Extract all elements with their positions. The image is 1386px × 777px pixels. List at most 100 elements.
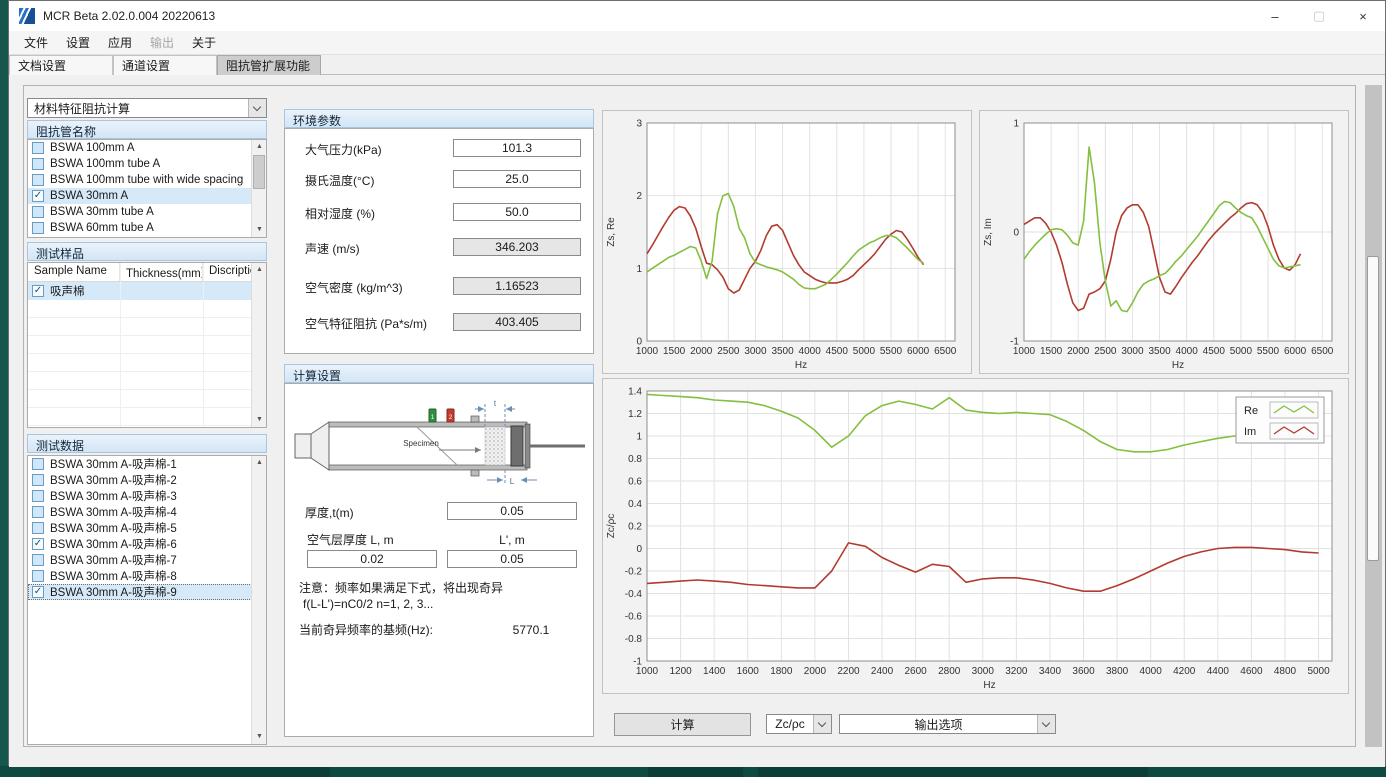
menu-item[interactable]: 应用 — [99, 34, 141, 51]
calculate-button[interactable]: 计算 — [614, 713, 751, 736]
menu-item[interactable]: 文件 — [15, 34, 57, 51]
list-item[interactable]: ✓BSWA 30mm A — [28, 188, 252, 204]
dropdown-arrow-icon[interactable] — [248, 99, 266, 117]
env-field-input[interactable]: 101.3 — [453, 139, 581, 157]
scroll-up-icon[interactable]: ▲ — [252, 456, 267, 470]
scroll-up-icon[interactable]: ▲ — [252, 140, 267, 154]
list-item[interactable]: BSWA 30mm A-吸声棉-8 — [28, 568, 252, 584]
air-layer-input[interactable]: 0.02 — [307, 550, 437, 568]
checkbox-icon[interactable] — [32, 554, 44, 566]
svg-text:1: 1 — [636, 432, 642, 443]
minimize-button[interactable]: – — [1253, 1, 1297, 31]
l-prime-input[interactable]: 0.05 — [447, 550, 577, 568]
svg-text:3500: 3500 — [771, 346, 794, 357]
tab[interactable]: 文档设置 — [9, 55, 113, 75]
list-item[interactable]: BSWA 30mm tube A — [28, 204, 252, 220]
menu-item[interactable]: 设置 — [57, 34, 99, 51]
list-item[interactable]: BSWA 100mm A — [28, 140, 252, 156]
checkbox-checked-icon[interactable]: ✓ — [32, 190, 44, 202]
display-quantity-dropdown[interactable]: Zc/ρc — [766, 714, 832, 734]
svg-text:-0.8: -0.8 — [625, 634, 643, 645]
titlebar: MCR Beta 2.02.0.004 20220613 – ▢ × — [9, 1, 1385, 31]
list-item-label: BSWA 30mm A-吸声棉-3 — [50, 488, 177, 504]
tab[interactable]: 通道设置 — [113, 55, 217, 75]
svg-text:6000: 6000 — [1284, 346, 1307, 357]
env-field-label: 空气密度 (kg/m^3) — [305, 279, 403, 296]
svg-text:1500: 1500 — [1040, 346, 1063, 357]
svg-text:1200: 1200 — [669, 666, 692, 677]
svg-text:-0.6: -0.6 — [625, 612, 643, 623]
dropdown-arrow-icon[interactable] — [1037, 715, 1055, 733]
sample-table-scrollbar[interactable]: ▲ ▼ — [251, 263, 266, 427]
empty-table-row — [28, 300, 252, 318]
checkbox-icon[interactable] — [32, 174, 44, 186]
list-item[interactable]: BSWA 100mm tube A — [28, 156, 252, 172]
svg-text:6500: 6500 — [934, 346, 957, 357]
svg-text:Im: Im — [1244, 426, 1256, 438]
list-item[interactable]: BSWA 30mm A-吸声棉-5 — [28, 520, 252, 536]
svg-text:2500: 2500 — [1094, 346, 1117, 357]
checkbox-icon[interactable] — [32, 458, 44, 470]
svg-text:1000: 1000 — [636, 666, 659, 677]
list-item[interactable]: BSWA 30mm A-吸声棉-3 — [28, 488, 252, 504]
thickness-label: 厚度,t(m) — [305, 505, 354, 521]
list-item[interactable]: BSWA 100mm tube with wide spacing — [28, 172, 252, 188]
env-field-input[interactable]: 50.0 — [453, 203, 581, 221]
list-item[interactable]: BSWA 30mm A-吸声棉-1 — [28, 456, 252, 472]
scrollbar-thumb[interactable] — [253, 155, 265, 189]
list-item[interactable]: BSWA 30mm A-吸声棉-4 — [28, 504, 252, 520]
scroll-down-icon[interactable]: ▼ — [252, 223, 267, 237]
svg-text:4500: 4500 — [1203, 346, 1226, 357]
output-options-value: 输出选项 — [840, 716, 1037, 733]
impedance-tube-diagram: 1 2 t Specimen — [289, 396, 589, 496]
list-item[interactable]: BSWA 60mm tube A — [28, 220, 252, 236]
close-button[interactable]: × — [1341, 1, 1385, 31]
checkbox-icon[interactable] — [32, 222, 44, 234]
checkbox-icon[interactable] — [32, 474, 44, 486]
checkbox-checked-icon[interactable]: ✓ — [32, 586, 44, 598]
svg-text:1600: 1600 — [737, 666, 760, 677]
env-field-label: 空气特征阻抗 (Pa*s/m) — [305, 315, 427, 332]
list-item[interactable]: ✓BSWA 30mm A-吸声棉-9 — [28, 584, 252, 600]
thickness-input[interactable]: 0.05 — [447, 502, 577, 520]
checkbox-checked-icon[interactable]: ✓ — [32, 538, 44, 550]
empty-table-row — [28, 318, 252, 336]
checkbox-checked-icon[interactable]: ✓ — [32, 285, 44, 297]
table-column-header[interactable]: Discription — [203, 263, 253, 281]
checkbox-icon[interactable] — [32, 522, 44, 534]
checkbox-icon[interactable] — [32, 142, 44, 154]
svg-text:Specimen: Specimen — [403, 439, 439, 448]
list-item[interactable] — [28, 236, 252, 238]
svg-text:4200: 4200 — [1173, 666, 1196, 677]
scroll-up-icon[interactable]: ▲ — [252, 263, 267, 277]
scroll-down-icon[interactable]: ▼ — [252, 730, 267, 744]
window-scrollbar[interactable] — [1365, 85, 1382, 747]
list-item[interactable]: ✓BSWA 30mm A-吸声棉-6 — [28, 536, 252, 552]
table-column-header[interactable]: Sample Name — [28, 263, 120, 281]
checkbox-icon[interactable] — [32, 158, 44, 170]
taskbar-segment — [758, 766, 1148, 777]
calc-type-dropdown[interactable]: 材料特征阻抗计算 — [27, 98, 267, 118]
table-column-header[interactable]: Thickness(mm） — [120, 263, 203, 281]
checkbox-icon[interactable] — [32, 506, 44, 518]
menu-item[interactable]: 关于 — [183, 34, 225, 51]
svg-text:5000: 5000 — [853, 346, 876, 357]
tab[interactable]: 阻抗管扩展功能 — [217, 55, 321, 75]
svg-text:2800: 2800 — [938, 666, 961, 677]
checkbox-icon[interactable] — [32, 570, 44, 582]
env-field-input[interactable]: 25.0 — [453, 170, 581, 188]
data-list-scrollbar[interactable]: ▲ ▼ — [251, 456, 266, 744]
checkbox-icon[interactable] — [32, 490, 44, 502]
output-options-dropdown[interactable]: 输出选项 — [839, 714, 1056, 734]
checkbox-icon[interactable] — [32, 206, 44, 218]
list-item[interactable]: BSWA 30mm A-吸声棉-7 — [28, 552, 252, 568]
scroll-down-icon[interactable]: ▼ — [252, 413, 267, 427]
tube-list-scrollbar[interactable]: ▲ ▼ — [251, 140, 266, 237]
svg-text:1400: 1400 — [703, 666, 726, 677]
dropdown-arrow-icon[interactable] — [813, 715, 831, 733]
app-logo-icon — [19, 8, 35, 24]
window-scrollbar-thumb[interactable] — [1367, 256, 1379, 561]
table-row[interactable]: ✓吸声棉 — [28, 282, 252, 300]
list-item[interactable]: BSWA 30mm A-吸声棉-2 — [28, 472, 252, 488]
svg-text:3000: 3000 — [744, 346, 767, 357]
